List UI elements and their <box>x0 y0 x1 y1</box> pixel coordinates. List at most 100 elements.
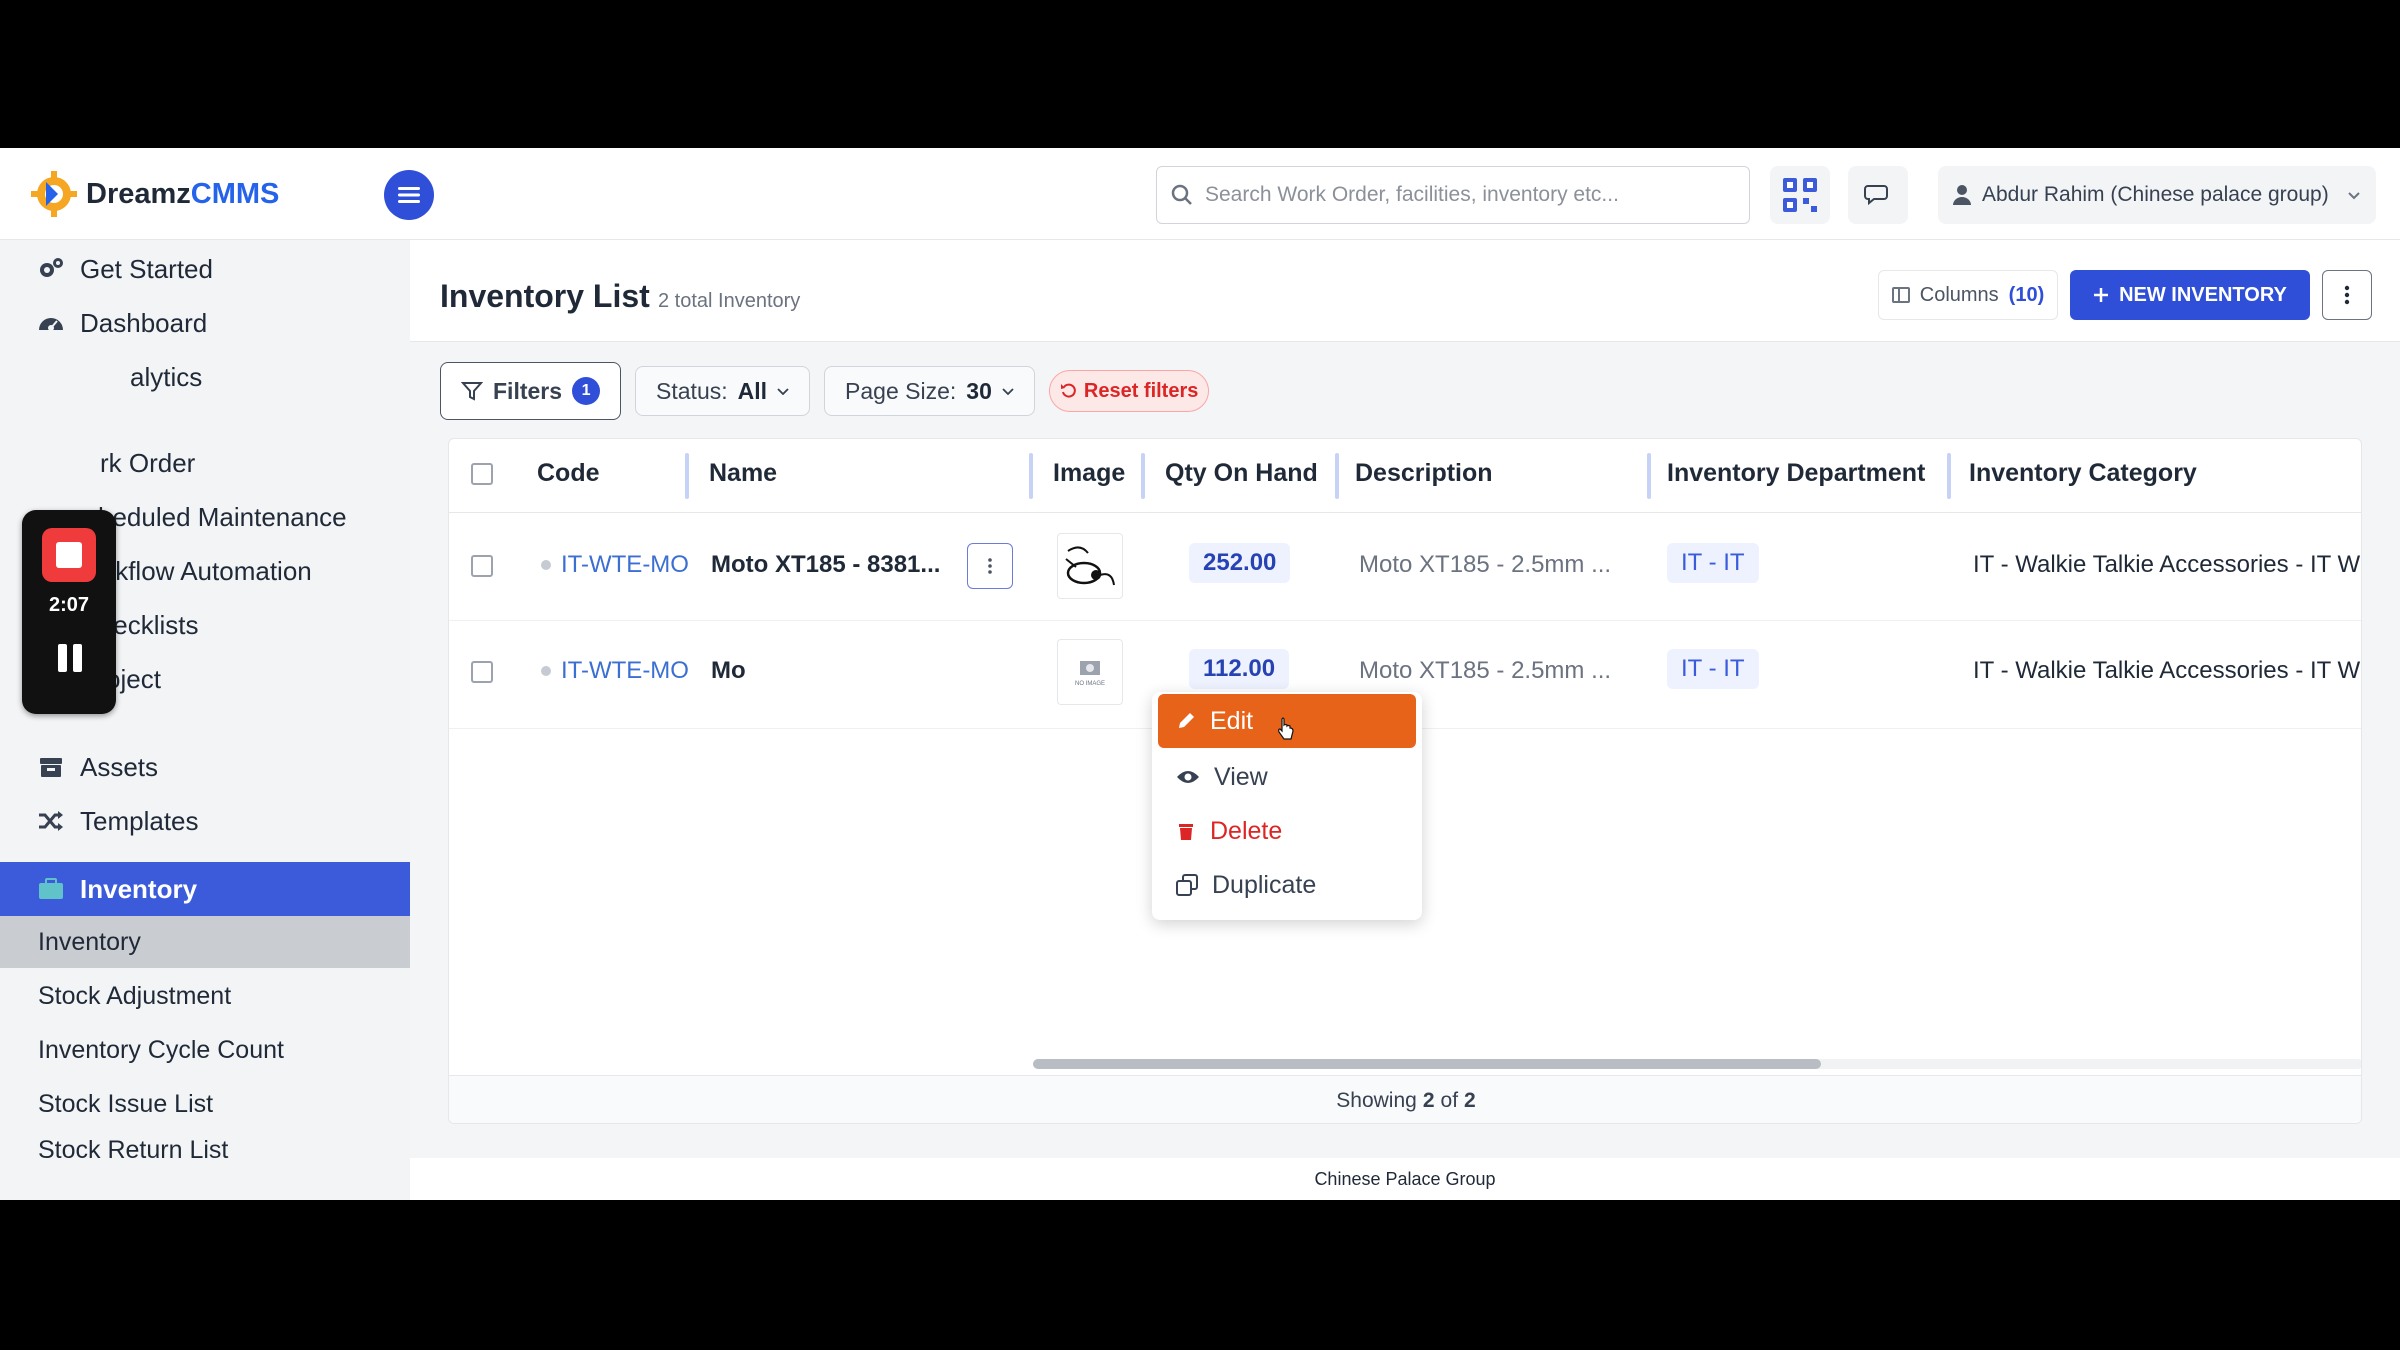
page-header: Inventory List 2 total Inventory Columns… <box>410 240 2400 342</box>
search-input[interactable] <box>1205 183 1725 207</box>
sidebar-item-analytics[interactable]: alytics <box>0 350 410 404</box>
page-size-filter[interactable]: Page Size: 30 <box>824 366 1035 416</box>
column-resizer[interactable] <box>1335 453 1339 499</box>
showing-total: 2 <box>1464 1088 1476 1112</box>
screen-recorder-widget: 2:07 <box>22 510 116 714</box>
status-dot <box>541 666 551 676</box>
menu-item-label: View <box>1214 762 1268 791</box>
filters-button[interactable]: Filters 1 <box>440 362 622 420</box>
shuffle-icon <box>38 808 64 834</box>
row-checkbox[interactable] <box>471 661 493 683</box>
sidebar-sublabel: Stock Adjustment <box>38 981 232 1010</box>
department-badge: IT - IT <box>1667 543 1759 583</box>
sidebar-item-get-started[interactable]: Get Started <box>0 242 410 296</box>
app-window: DreamzCMMS Abdur Rahim (Chinese palace g… <box>0 148 2400 1200</box>
global-search[interactable] <box>1156 166 1750 224</box>
scan-button[interactable] <box>1770 166 1830 224</box>
sidebar-subitem-inventory-cycle-count[interactable]: Inventory Cycle Count <box>0 1024 410 1076</box>
item-thumbnail[interactable]: NO IMAGE <box>1057 639 1123 705</box>
user-menu[interactable]: Abdur Rahim (Chinese palace group) <box>1938 166 2376 224</box>
table-header: Code Name Image Qty On Hand Description … <box>449 439 2361 513</box>
logo[interactable]: DreamzCMMS <box>28 164 279 224</box>
sidebar: Get Started Dashboard alytics rk Order h… <box>0 240 410 1200</box>
sidebar-label: Dashboard <box>80 307 208 338</box>
search-icon <box>1171 184 1192 205</box>
column-resizer[interactable] <box>685 453 689 499</box>
pause-recording-button[interactable] <box>58 644 82 672</box>
column-resizer[interactable] <box>1947 453 1951 499</box>
page-subtitle: 2 total Inventory <box>658 290 801 312</box>
menu-item-delete[interactable]: Delete <box>1158 804 1416 858</box>
vertical-dots-icon <box>2344 285 2350 305</box>
qr-scan-icon <box>1783 178 1817 212</box>
column-header-name[interactable]: Name <box>709 459 777 488</box>
sidebar-label: alytics <box>130 361 203 392</box>
status-filter[interactable]: Status: All <box>635 366 811 416</box>
sidebar-subitem-stock-issue-list[interactable]: Stock Issue List <box>0 1078 410 1130</box>
sidebar-item-dashboard[interactable]: Dashboard <box>0 296 410 350</box>
logo-gear-icon <box>31 171 77 217</box>
reset-filters-label: Reset filters <box>1083 379 1199 402</box>
menu-item-edit[interactable]: Edit <box>1158 694 1416 748</box>
sidebar-sublabel: Inventory Cycle Count <box>38 1035 284 1064</box>
sidebar-item-templates[interactable]: Templates <box>0 794 410 848</box>
code-link[interactable]: IT-WTE-MO <box>541 551 689 579</box>
column-header-description[interactable]: Description <box>1355 459 1493 488</box>
column-header-category[interactable]: Inventory Category <box>1969 459 2197 488</box>
horizontal-scrollbar-thumb[interactable] <box>1033 1059 1821 1069</box>
row-actions-button[interactable] <box>967 543 1013 589</box>
column-header-code[interactable]: Code <box>537 459 600 488</box>
code-link[interactable]: IT-WTE-MO <box>541 657 689 685</box>
chat-button[interactable] <box>1848 166 1908 224</box>
item-description: Moto XT185 - 2.5mm ... <box>1359 551 1612 578</box>
new-inventory-button[interactable]: NEW INVENTORY <box>2070 270 2310 320</box>
pointer-cursor-icon <box>1278 717 1294 740</box>
filters-count-badge: 1 <box>572 377 601 405</box>
row-checkbox[interactable] <box>471 555 493 577</box>
sidebar-item-work-order[interactable]: rk Order <box>0 436 410 490</box>
table-row[interactable]: IT-WTE-MO Moto XT185 - 8381... 252.00 Mo… <box>449 513 2361 621</box>
status-value: All <box>737 377 768 404</box>
hamburger-menu-button[interactable] <box>384 170 434 220</box>
brand-prefix: Dreamz <box>86 177 191 210</box>
filters-label: Filters <box>493 377 563 404</box>
gears-icon <box>38 256 64 282</box>
row-actions-menu: Edit View Delete Duplicate <box>1152 692 1422 920</box>
pencil-icon <box>1179 713 1194 728</box>
column-header-image[interactable]: Image <box>1053 459 1125 488</box>
select-all-checkbox[interactable] <box>471 463 493 485</box>
stop-recording-button[interactable] <box>42 528 96 582</box>
column-header-qty[interactable]: Qty On Hand <box>1165 459 1318 488</box>
status-label: Status: <box>656 377 728 404</box>
columns-button[interactable]: Columns (10) <box>1878 270 2058 320</box>
reset-filters-button[interactable]: Reset filters <box>1048 370 1210 412</box>
item-name: Moto XT185 - 8381... <box>711 551 941 578</box>
user-icon <box>1953 185 1971 205</box>
column-header-department[interactable]: Inventory Department <box>1667 459 1925 488</box>
menu-item-label: Delete <box>1210 816 1283 845</box>
assets-icon <box>38 754 64 780</box>
page-size-label: Page Size: <box>845 377 957 404</box>
menu-item-view[interactable]: View <box>1158 750 1416 804</box>
item-thumbnail[interactable] <box>1057 533 1123 599</box>
sidebar-subitem-inventory[interactable]: Inventory <box>0 916 410 968</box>
sidebar-sublabel: Stock Issue List <box>38 1089 214 1118</box>
columns-icon <box>1891 287 1910 303</box>
menu-item-duplicate[interactable]: Duplicate <box>1158 858 1416 912</box>
code-text: IT-WTE-MO <box>561 657 689 684</box>
column-resizer[interactable] <box>1029 453 1033 499</box>
no-image-text: NO IMAGE <box>1074 681 1105 687</box>
item-name: Mo <box>711 657 746 684</box>
sidebar-item-assets[interactable]: Assets <box>0 740 410 794</box>
top-bar: DreamzCMMS Abdur Rahim (Chinese palace g… <box>0 148 2400 240</box>
sidebar-item-inventory[interactable]: Inventory <box>0 862 410 916</box>
page-more-button[interactable] <box>2322 270 2372 320</box>
showing-count: 2 <box>1422 1088 1435 1112</box>
category-text: IT - Walkie Talkie Accessories - IT W <box>1973 551 2361 578</box>
column-resizer[interactable] <box>1647 453 1651 499</box>
column-resizer[interactable] <box>1141 453 1145 499</box>
sidebar-subitem-stock-return-list[interactable]: Stock Return List <box>0 1136 410 1160</box>
sidebar-sublabel: Stock Return List <box>38 1136 229 1160</box>
main-content: Inventory List 2 total Inventory Columns… <box>410 240 2400 1200</box>
sidebar-subitem-stock-adjustment[interactable]: Stock Adjustment <box>0 970 410 1022</box>
